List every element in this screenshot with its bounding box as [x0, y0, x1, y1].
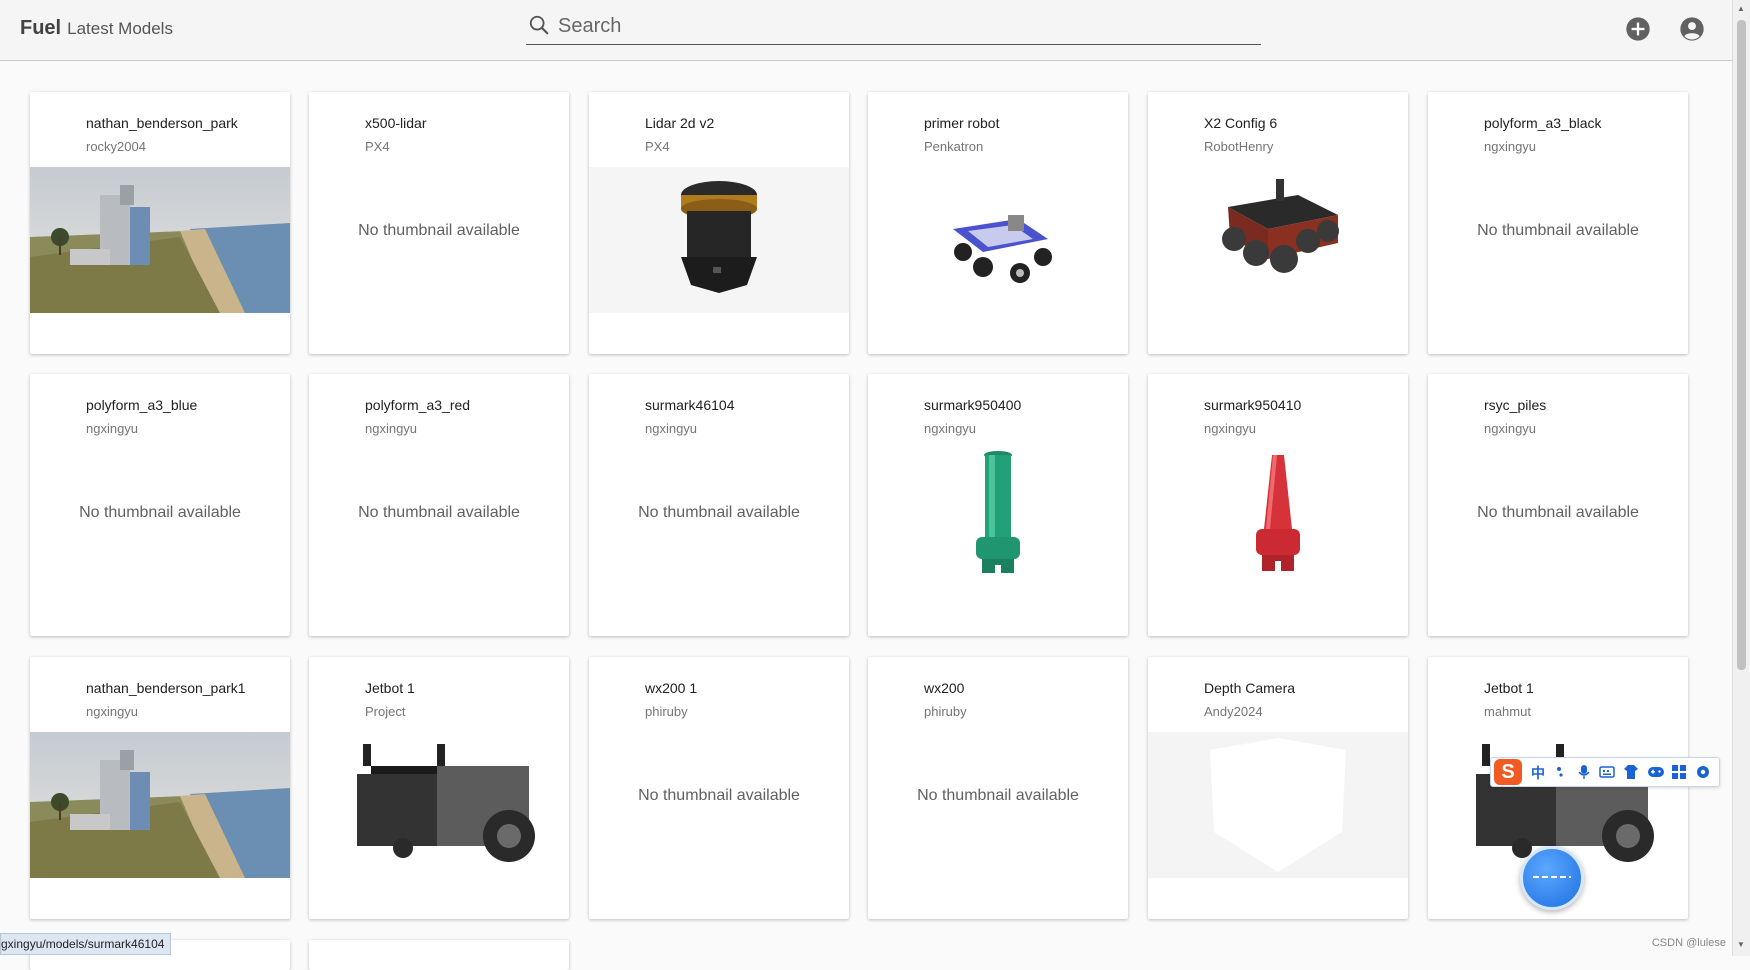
model-title[interactable]: nathan_benderson_park1 [86, 680, 246, 696]
model-card[interactable]: polyform_a3_red ngxingyu No thumbnail av… [309, 374, 569, 636]
keyboard-icon[interactable] [1599, 765, 1615, 779]
search-icon[interactable] [528, 14, 550, 36]
model-owner[interactable]: Project [365, 704, 405, 719]
model-card[interactable]: x500-lidar PX4 No thumbnail available [309, 92, 569, 354]
model-title[interactable]: wx200 1 [645, 680, 697, 696]
model-owner[interactable]: ngxingyu [645, 421, 697, 436]
model-title[interactable]: Lidar 2d v2 [645, 115, 714, 131]
app-brand[interactable]: Fuel Latest Models [20, 17, 173, 40]
model-title[interactable]: rsyc_piles [1484, 397, 1546, 413]
model-owner[interactable]: ngxingyu [1484, 421, 1536, 436]
model-card[interactable]: rsyc_piles ngxingyu No thumbnail availab… [1428, 374, 1688, 636]
model-title[interactable]: surmark950410 [1204, 397, 1301, 413]
model-owner[interactable]: PX4 [645, 139, 670, 154]
no-thumbnail-text: No thumbnail available [358, 222, 520, 239]
model-title[interactable]: primer robot [924, 115, 999, 131]
no-thumbnail-text: No thumbnail available [358, 504, 520, 521]
model-card[interactable]: wx200 phiruby No thumbnail available [868, 657, 1128, 919]
park-scene-image[interactable] [30, 167, 290, 313]
red-buoy-image[interactable] [1148, 449, 1408, 595]
model-card[interactable] [309, 940, 569, 970]
microphone-icon[interactable] [1577, 764, 1591, 780]
model-title[interactable]: surmark950400 [924, 397, 1021, 413]
scroll-up-arrow-icon[interactable]: ▲ [1737, 4, 1745, 13]
floating-assistant-button[interactable] [1520, 846, 1584, 910]
park-scene-image[interactable] [30, 732, 290, 878]
model-card[interactable]: wx200 1 phiruby No thumbnail available [589, 657, 849, 919]
model-card[interactable]: X2 Config 6 RobotHenry [1148, 92, 1408, 354]
model-title[interactable]: surmark46104 [645, 397, 735, 413]
model-title[interactable]: Depth Camera [1204, 680, 1295, 696]
model-title[interactable]: x500-lidar [365, 115, 426, 131]
model-card[interactable]: surmark46104 ngxingyu No thumbnail avail… [589, 374, 849, 636]
model-title[interactable]: X2 Config 6 [1204, 115, 1277, 131]
blue-robot-image[interactable] [868, 167, 1128, 313]
green-buoy-image[interactable] [868, 449, 1128, 595]
ime-toolbar[interactable]: S 中 [1490, 757, 1720, 787]
no-thumbnail-text: No thumbnail available [917, 787, 1079, 804]
model-card[interactable]: nathan_benderson_park1 ngxingyu [30, 657, 290, 919]
model-owner[interactable]: ngxingyu [1204, 421, 1256, 436]
search-input[interactable] [556, 12, 1250, 40]
scroll-thumb[interactable] [1737, 20, 1746, 670]
model-title[interactable]: polyform_a3_black [1484, 115, 1602, 131]
rover-image[interactable] [1148, 167, 1408, 313]
no-thumbnail-text: No thumbnail available [79, 504, 241, 521]
ime-logo-icon[interactable]: S [1494, 759, 1522, 785]
add-circle-icon[interactable] [1624, 15, 1652, 43]
model-owner[interactable]: mahmut [1484, 704, 1531, 719]
camera-placeholder-image[interactable] [1148, 732, 1408, 878]
model-owner[interactable]: ngxingyu [86, 421, 138, 436]
model-owner[interactable]: PX4 [365, 139, 390, 154]
model-title[interactable]: nathan_benderson_park [86, 115, 238, 131]
model-title[interactable]: polyform_a3_red [365, 397, 470, 413]
punctuation-icon[interactable] [1555, 765, 1569, 779]
model-owner[interactable]: ngxingyu [924, 421, 976, 436]
no-thumbnail-text: No thumbnail available [1477, 504, 1639, 521]
account-circle-icon[interactable] [1678, 15, 1706, 43]
model-owner[interactable]: phiruby [924, 704, 967, 719]
model-owner[interactable]: Andy2024 [1204, 704, 1263, 719]
model-owner[interactable]: Penkatron [924, 139, 983, 154]
scroll-down-arrow-icon[interactable]: ▼ [1737, 940, 1745, 949]
apps-grid-icon[interactable] [1671, 764, 1687, 780]
model-card[interactable]: nathan_benderson_park rocky2004 [30, 92, 290, 354]
model-title[interactable]: wx200 [924, 680, 964, 696]
model-owner[interactable]: ngxingyu [86, 704, 138, 719]
model-card[interactable]: polyform_a3_blue ngxingyu No thumbnail a… [30, 374, 290, 636]
search-bar[interactable] [526, 10, 1261, 45]
model-card[interactable]: polyform_a3_black ngxingyu No thumbnail … [1428, 92, 1688, 354]
dashed-line-icon [1533, 876, 1571, 878]
model-card[interactable]: surmark950410 ngxingyu [1148, 374, 1408, 636]
skin-shirt-icon[interactable] [1623, 764, 1639, 780]
model-title[interactable]: Jetbot 1 [365, 680, 415, 696]
model-card[interactable]: Lidar 2d v2 PX4 [589, 92, 849, 354]
model-card[interactable]: primer robot Penkatron [868, 92, 1128, 354]
model-title[interactable]: Jetbot 1 [1484, 680, 1534, 696]
watermark-text: CSDN @lulese [1651, 937, 1726, 949]
model-owner[interactable]: phiruby [645, 704, 688, 719]
link-status-bar: gxingyu/models/surmark46104 [0, 933, 172, 955]
model-owner[interactable]: RobotHenry [1204, 139, 1273, 154]
model-owner[interactable]: ngxingyu [365, 421, 417, 436]
settings-gear-icon[interactable] [1695, 764, 1711, 780]
brand-name[interactable]: Fuel [20, 17, 61, 39]
lidar-sensor-image[interactable] [589, 167, 849, 313]
model-owner[interactable]: ngxingyu [1484, 139, 1536, 154]
no-thumbnail-text: No thumbnail available [1477, 222, 1639, 239]
model-owner[interactable]: rocky2004 [86, 139, 146, 154]
model-title[interactable]: polyform_a3_blue [86, 397, 197, 413]
jetbot-image[interactable] [309, 732, 569, 878]
top-app-bar: Fuel Latest Models [0, 0, 1732, 61]
page-subtitle: Latest Models [67, 19, 173, 38]
model-card[interactable]: surmark950400 ngxingyu [868, 374, 1128, 636]
model-card[interactable]: Jetbot 1 Project [309, 657, 569, 919]
ime-mode-toggle[interactable]: 中 [1531, 763, 1545, 783]
page-scrollbar[interactable]: ▲ ▼ [1732, 0, 1750, 956]
gamepad-icon[interactable] [1647, 765, 1665, 779]
no-thumbnail-text: No thumbnail available [638, 504, 800, 521]
no-thumbnail-text: No thumbnail available [638, 787, 800, 804]
model-card[interactable]: Depth Camera Andy2024 [1148, 657, 1408, 919]
